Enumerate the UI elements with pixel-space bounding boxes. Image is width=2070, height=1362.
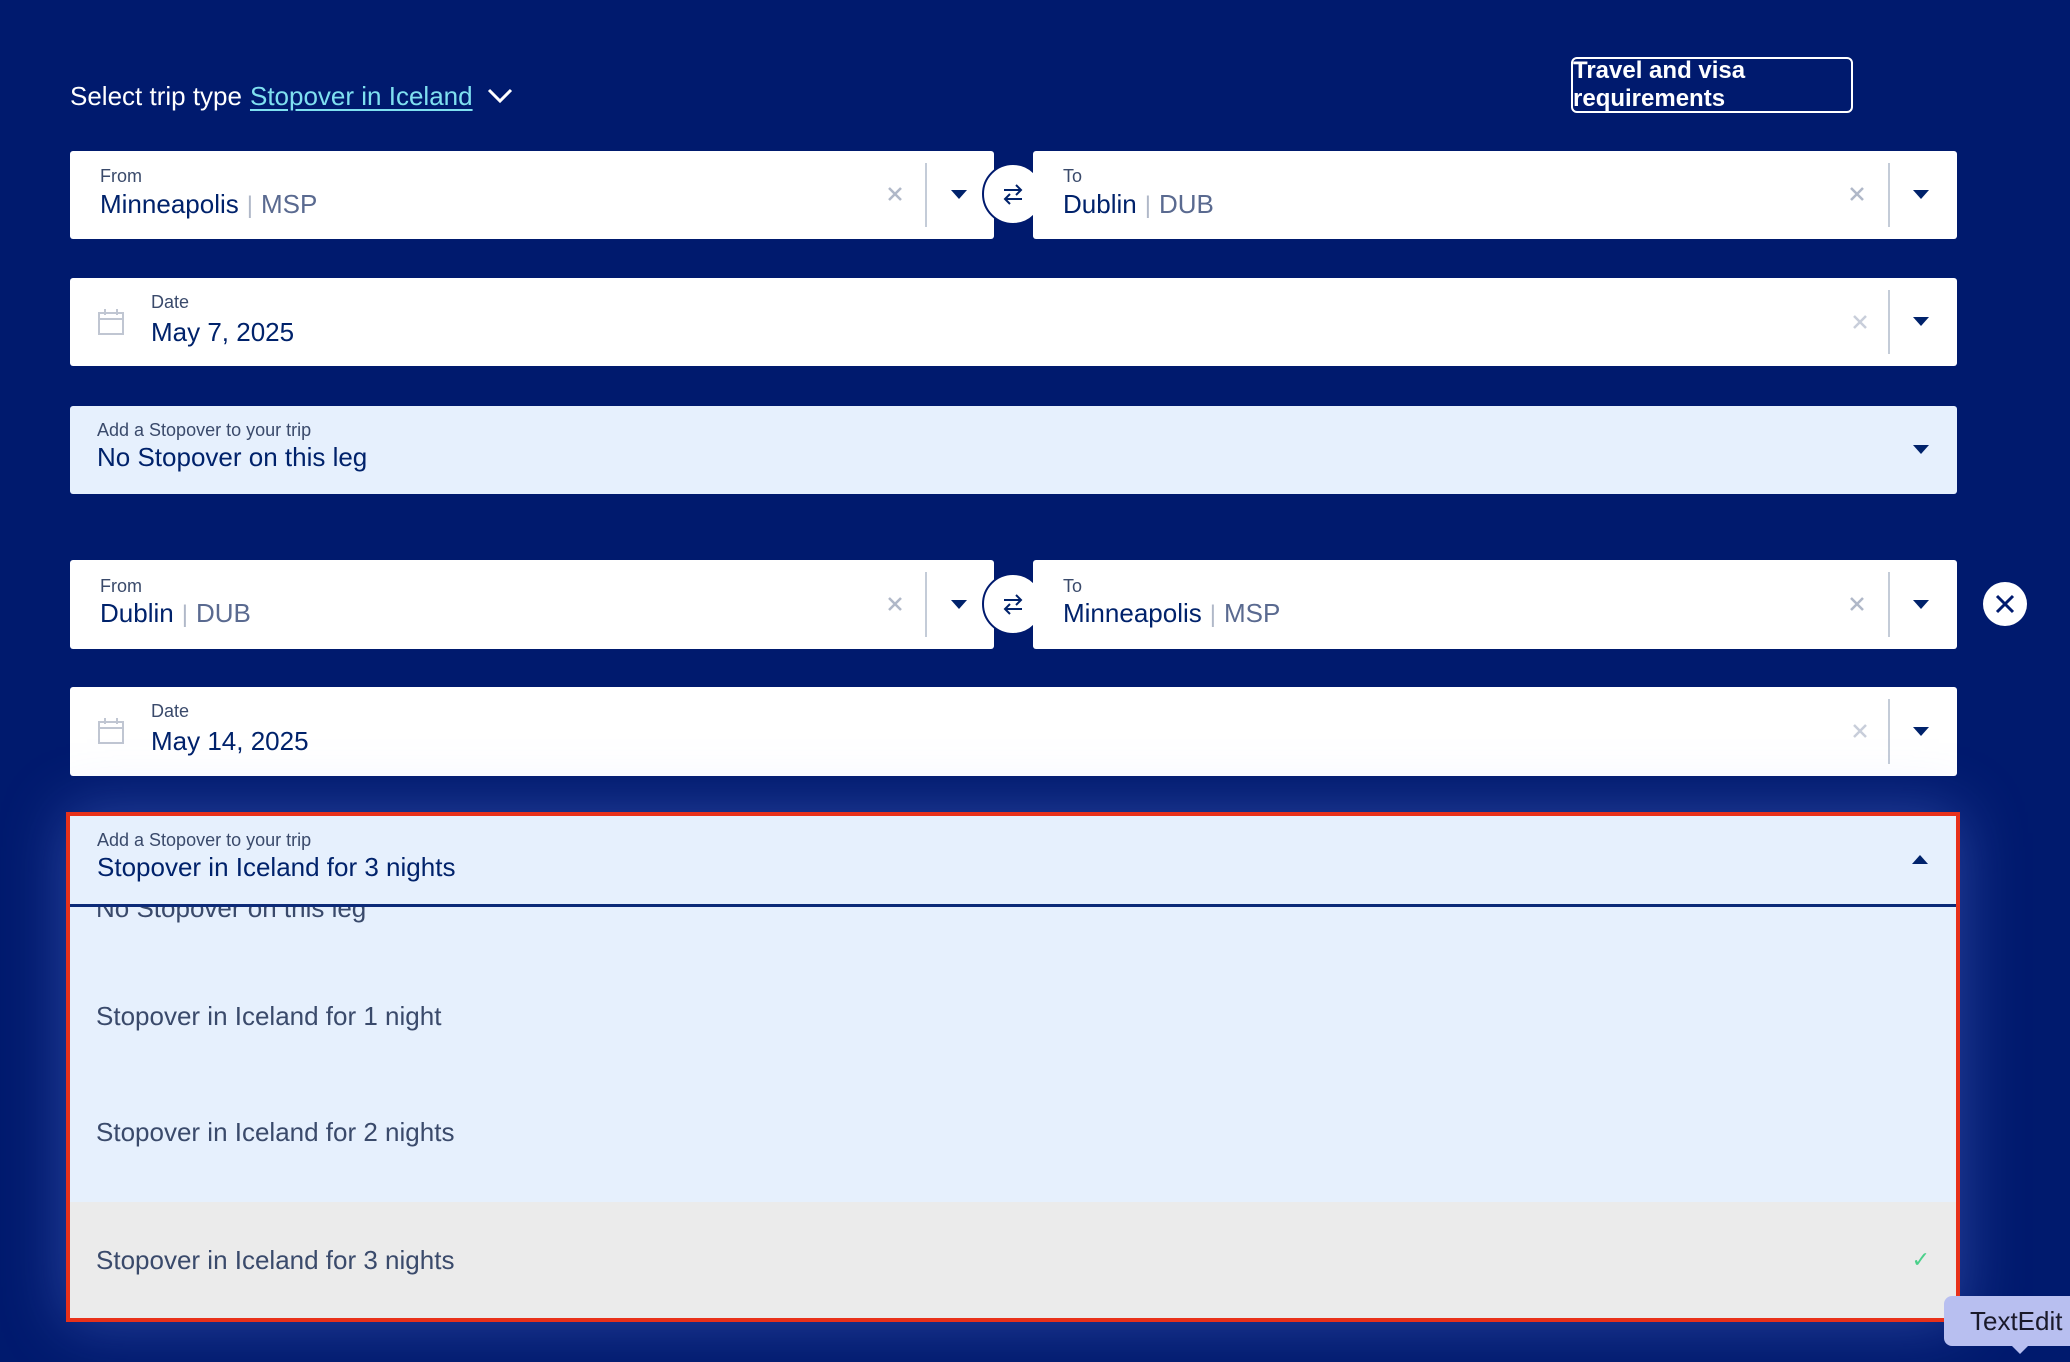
leg1-stopover-select[interactable]: Add a Stopover to your trip No Stopover … xyxy=(70,406,1957,494)
leg2-date-field[interactable]: Date May 14, 2025 xyxy=(70,687,1957,776)
travel-visa-requirements-button[interactable]: Travel and visa requirements xyxy=(1571,57,1853,113)
caret-down-icon[interactable] xyxy=(1906,590,1936,620)
leg2-from-label: From xyxy=(100,576,142,596)
tooltip-arrow xyxy=(2006,1340,2034,1354)
leg2-to-city: Minneapolis xyxy=(1063,598,1202,628)
divider xyxy=(1888,699,1890,764)
stopover-option-selected[interactable]: Stopover in Iceland for 3 nights ✓ xyxy=(70,1202,1956,1318)
stopover-option-label: Stopover in Iceland for 3 nights xyxy=(96,1244,455,1275)
separator: | xyxy=(246,192,253,219)
caret-down-icon[interactable] xyxy=(1906,435,1936,465)
trip-type-selector: Select trip type Stopover in Iceland xyxy=(70,76,513,116)
leg1-to-code: DUB xyxy=(1158,189,1214,219)
leg2-to-field[interactable]: To Minneapolis | MSP xyxy=(1033,560,1957,649)
leg2-stopover-label: Add a Stopover to your trip xyxy=(97,830,312,850)
close-icon[interactable] xyxy=(1845,182,1869,206)
close-icon[interactable] xyxy=(1848,310,1872,334)
leg1-from-field[interactable]: From Minneapolis | MSP xyxy=(70,151,994,239)
leg1-from-city: Minneapolis xyxy=(100,189,239,219)
leg1-to-city: Dublin xyxy=(1063,189,1137,219)
close-icon[interactable] xyxy=(883,592,907,616)
leg2-from-value: Dublin | DUB xyxy=(100,598,251,629)
caret-down-icon[interactable] xyxy=(1906,307,1936,337)
leg2-from-city: Dublin xyxy=(100,598,174,628)
caret-down-icon[interactable] xyxy=(1906,717,1936,747)
leg1-date-field[interactable]: Date May 7, 2025 xyxy=(70,278,1957,366)
separator: | xyxy=(1209,601,1216,628)
leg1-to-value: Dublin | DUB xyxy=(1063,189,1214,220)
calendar-icon xyxy=(97,717,125,745)
divider xyxy=(925,163,927,227)
leg1-date-value: May 7, 2025 xyxy=(151,317,295,347)
calendar-icon xyxy=(97,308,125,336)
close-circle-icon[interactable] xyxy=(1983,582,2027,626)
textedit-tooltip: TextEdit xyxy=(1944,1296,2070,1346)
caret-up-icon[interactable] xyxy=(1905,845,1935,875)
separator: | xyxy=(1144,192,1151,219)
leg2-to-label: To xyxy=(1063,576,1083,596)
leg1-stopover-value: No Stopover on this leg xyxy=(97,442,368,472)
divider xyxy=(1888,290,1890,354)
divider xyxy=(1888,572,1890,637)
caret-down-icon[interactable] xyxy=(1906,180,1936,210)
leg2-to-value: Minneapolis | MSP xyxy=(1063,598,1280,629)
leg2-stopover-value: Stopover in Iceland for 3 nights xyxy=(97,852,456,882)
stopover-option-label: Stopover in Iceland for 1 night xyxy=(96,1000,442,1031)
leg2-to-code: MSP xyxy=(1223,598,1281,628)
separator: | xyxy=(181,601,188,628)
check-icon: ✓ xyxy=(1911,1247,1930,1272)
close-icon[interactable] xyxy=(1848,719,1872,743)
trip-type-link[interactable]: Stopover in Iceland xyxy=(250,81,473,112)
leg1-to-label: To xyxy=(1063,166,1083,186)
leg2-date-value: May 14, 2025 xyxy=(151,726,309,756)
leg1-to-field[interactable]: To Dublin | DUB xyxy=(1033,151,1957,239)
stopover-option[interactable]: No Stopover on this leg xyxy=(70,907,1956,939)
leg1-from-value: Minneapolis | MSP xyxy=(100,189,317,220)
stopover-options-list: No Stopover on this leg Stopover in Icel… xyxy=(70,907,1956,1318)
divider xyxy=(1888,163,1890,227)
divider xyxy=(925,572,927,637)
leg2-from-code: DUB xyxy=(195,598,251,628)
chevron-down-icon[interactable] xyxy=(487,83,513,109)
caret-down-icon[interactable] xyxy=(944,180,974,210)
leg2-date-label: Date xyxy=(151,701,190,721)
close-icon[interactable] xyxy=(883,182,907,206)
leg1-date-label: Date xyxy=(151,292,190,312)
stopover-option-label: Stopover in Iceland for 2 nights xyxy=(96,1116,455,1147)
trip-type-label: Select trip type xyxy=(70,80,242,111)
leg1-from-code: MSP xyxy=(260,189,318,219)
leg1-from-label: From xyxy=(100,166,142,186)
leg1-stopover-label: Add a Stopover to your trip xyxy=(97,420,312,440)
stopover-option[interactable]: Stopover in Iceland for 1 night xyxy=(70,958,1956,1074)
leg2-stopover-select[interactable]: Add a Stopover to your trip Stopover in … xyxy=(70,816,1956,904)
close-icon[interactable] xyxy=(1845,592,1869,616)
leg2-from-field[interactable]: From Dublin | DUB xyxy=(70,560,994,649)
stopover-option-label: No Stopover on this leg xyxy=(96,907,367,923)
caret-down-icon[interactable] xyxy=(944,590,974,620)
stopover-option[interactable]: Stopover in Iceland for 2 nights xyxy=(70,1074,1956,1190)
